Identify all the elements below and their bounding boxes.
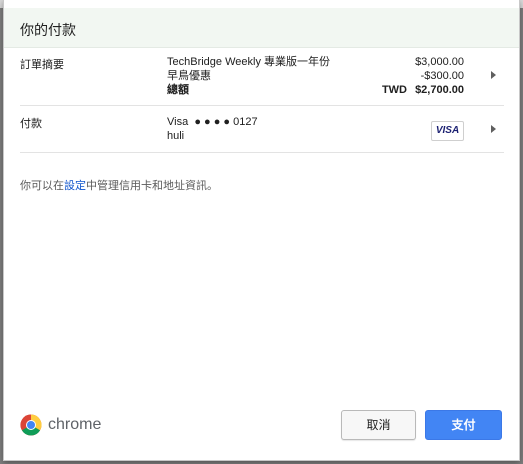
chrome-branding: chrome (20, 414, 110, 438)
total-label: 總額 (167, 84, 189, 96)
chevron-right-icon[interactable] (491, 125, 496, 133)
dialog-header: 你的付款 (4, 8, 519, 48)
order-item-name: TechBridge Weekly 專業版一年份 (167, 56, 331, 68)
visa-card-icon: VISA (431, 121, 464, 141)
order-summary-label: 訂單摘要 (20, 59, 64, 71)
settings-info-text: 你可以在設定中管理信用卡和地址資訊。 (20, 177, 218, 193)
settings-link[interactable]: 設定 (64, 180, 86, 192)
payment-method-section[interactable]: 付款 Visa ● ● ● ● 0127 huli VISA (20, 109, 504, 153)
chrome-logo-icon (20, 414, 42, 436)
info-prefix: 你可以在 (20, 180, 64, 192)
discount-item-amount: -$300.00 (420, 70, 464, 82)
order-item-amount: $3,000.00 (415, 56, 464, 68)
payment-request-dialog: 你的付款 訂單摘要 TechBridge Weekly 專業版一年份 $3,00… (3, 0, 520, 461)
cardholder-name: huli (167, 130, 185, 142)
dialog-title: 你的付款 (20, 22, 76, 38)
info-suffix: 中管理信用卡和地址資訊。 (86, 180, 218, 192)
card-brand-name: Visa (167, 116, 189, 128)
card-brand: Visa ● ● ● ● 0127 (167, 115, 258, 129)
chevron-right-icon[interactable] (491, 71, 496, 79)
payment-label: 付款 (20, 118, 42, 130)
total-amount: $2,700.00 (415, 84, 464, 96)
card-number-masked: ● ● ● ● 0127 (194, 116, 258, 128)
cancel-button[interactable]: 取消 (341, 410, 416, 440)
total-currency: TWD (381, 84, 407, 96)
order-summary-section[interactable]: 訂單摘要 TechBridge Weekly 專業版一年份 $3,000.00 … (20, 50, 504, 106)
pay-button[interactable]: 支付 (425, 410, 502, 440)
discount-item-name: 早鳥優惠 (167, 70, 211, 82)
chrome-wordmark: chrome (48, 416, 102, 433)
